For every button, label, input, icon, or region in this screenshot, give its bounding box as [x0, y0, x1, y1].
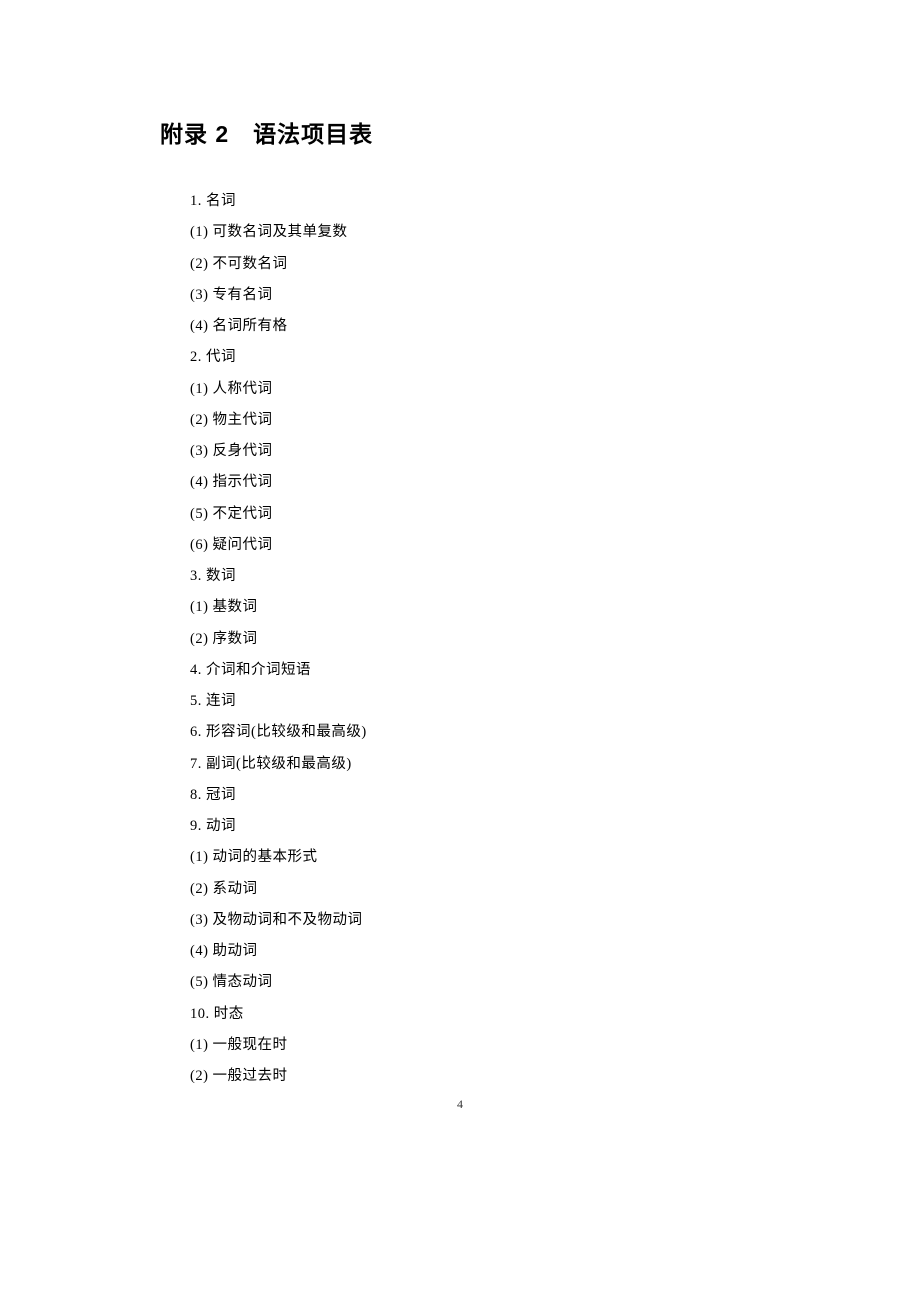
list-item: 7. 副词(比较级和最高级)	[190, 754, 820, 776]
list-item: (2) 系动词	[190, 879, 820, 901]
appendix-title: 附录 2 语法项目表	[160, 115, 820, 149]
list-item: (2) 序数词	[190, 629, 820, 651]
list-item: (2) 物主代词	[190, 410, 820, 432]
list-item: 2. 代词	[190, 347, 820, 369]
list-item: 6. 形容词(比较级和最高级)	[190, 722, 820, 744]
list-item: (3) 专有名词	[190, 285, 820, 307]
list-item: (4) 指示代词	[190, 472, 820, 494]
list-item: (5) 不定代词	[190, 504, 820, 526]
list-item: (1) 基数词	[190, 597, 820, 619]
list-item: (2) 一般过去时	[190, 1066, 820, 1088]
list-item: (5) 情态动词	[190, 972, 820, 994]
list-item: (4) 助动词	[190, 941, 820, 963]
list-item: (2) 不可数名词	[190, 254, 820, 276]
list-item: (1) 一般现在时	[190, 1035, 820, 1057]
list-item: (3) 及物动词和不及物动词	[190, 910, 820, 932]
list-item: 1. 名词	[190, 191, 820, 213]
list-item: (3) 反身代词	[190, 441, 820, 463]
list-item: (1) 人称代词	[190, 379, 820, 401]
list-item: (6) 疑问代词	[190, 535, 820, 557]
list-item: (1) 动词的基本形式	[190, 847, 820, 869]
list-item: (1) 可数名词及其单复数	[190, 222, 820, 244]
page-number: 4	[0, 1097, 920, 1112]
list-item: 3. 数词	[190, 566, 820, 588]
list-item: 5. 连词	[190, 691, 820, 713]
list-item: 4. 介词和介词短语	[190, 660, 820, 682]
grammar-list: 1. 名词 (1) 可数名词及其单复数 (2) 不可数名词 (3) 专有名词 (…	[160, 191, 820, 1088]
list-item: (4) 名词所有格	[190, 316, 820, 338]
list-item: 9. 动词	[190, 816, 820, 838]
list-item: 10. 时态	[190, 1004, 820, 1026]
list-item: 8. 冠词	[190, 785, 820, 807]
